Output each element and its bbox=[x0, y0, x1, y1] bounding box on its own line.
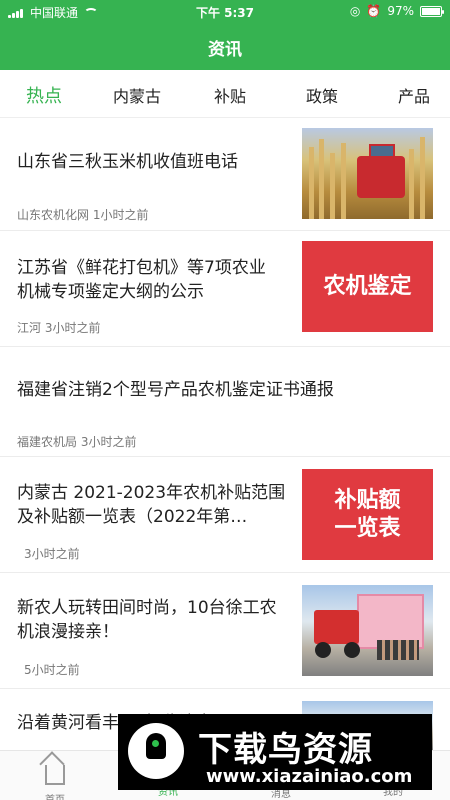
news-meta: 福建农机局 3小时之前 bbox=[17, 433, 136, 450]
news-time: 5小时之前 bbox=[24, 663, 80, 677]
tab-inner-mongolia[interactable]: 内蒙古 bbox=[113, 83, 161, 107]
tab-subsidy[interactable]: 补贴 bbox=[214, 83, 246, 107]
news-title: 山东省三秋玉米机收值班电话 bbox=[17, 152, 238, 172]
news-title: 福建省注销2个型号产品农机鉴定证书通报 bbox=[17, 380, 334, 400]
tabbar-home[interactable]: 首页 bbox=[20, 757, 90, 800]
tabbar-label: 首页 bbox=[20, 791, 90, 800]
news-time: 3小时之前 bbox=[24, 547, 80, 561]
home-icon bbox=[45, 765, 65, 785]
orientation-lock-icon: ◎ bbox=[349, 4, 361, 18]
news-source: 福建农机局 bbox=[17, 435, 78, 449]
news-item[interactable]: 江苏省《鲜花打包机》等7项农业机械专项鉴定大纲的公示 江河 3小时之前 农机鉴定 bbox=[0, 231, 450, 347]
news-meta: 3小时之前 bbox=[24, 545, 80, 562]
tab-hot[interactable]: 热点 bbox=[26, 82, 62, 108]
news-meta: 5小时之前 bbox=[24, 661, 80, 678]
alarm-icon: ⏰ bbox=[366, 4, 382, 18]
bird-logo-icon bbox=[128, 723, 184, 779]
news-thumbnail: 补贴额一览表 bbox=[302, 469, 433, 560]
app-header: 中国联通 下午 5:37 ◎ ⏰ 97% 资讯 bbox=[0, 0, 450, 70]
news-thumbnail bbox=[302, 128, 433, 219]
news-item[interactable]: 内蒙古 2021-2023年农机补贴范围及补贴额一览表（2022年第… 3小时之… bbox=[0, 457, 450, 573]
news-time: 3小时之前 bbox=[44, 321, 101, 335]
watermark-overlay: 下载鸟资源 www.xiazainiao.com bbox=[118, 714, 432, 790]
news-item[interactable]: 福建省注销2个型号产品农机鉴定证书通报 福建农机局 3小时之前 bbox=[0, 347, 450, 457]
news-thumbnail: 农机鉴定 bbox=[302, 241, 433, 332]
tab-policy[interactable]: 政策 bbox=[306, 83, 338, 107]
news-feed: 山东省三秋玉米机收值班电话 山东农机化网 1小时之前 江苏省《鲜花打包机》等7项… bbox=[0, 118, 450, 750]
news-item[interactable]: 新农人玩转田间时尚，10台徐工农机浪漫接亲！ 5小时之前 bbox=[0, 573, 450, 689]
watermark-url: www.xiazainiao.com bbox=[206, 766, 413, 787]
news-meta: 江河 3小时之前 bbox=[17, 319, 100, 336]
status-bar: 中国联通 下午 5:37 ◎ ⏰ 97% bbox=[0, 0, 450, 24]
news-source: 江河 bbox=[17, 321, 42, 335]
news-source: 山东农机化网 bbox=[17, 208, 90, 222]
news-thumbnail bbox=[302, 585, 433, 676]
news-time: 3小时之前 bbox=[80, 435, 137, 449]
tab-products[interactable]: 产品 bbox=[398, 83, 430, 107]
news-time: 1小时之前 bbox=[92, 208, 149, 222]
thumbnail-text: 农机鉴定 bbox=[323, 273, 412, 299]
category-tabs: 热点 内蒙古 补贴 政策 产品 bbox=[0, 70, 450, 118]
thumbnail-text: 补贴额一览表 bbox=[334, 487, 401, 541]
page-title: 资讯 bbox=[208, 40, 242, 60]
news-title: 江苏省《鲜花打包机》等7项农业机械专项鉴定大纲的公示 bbox=[17, 258, 266, 302]
news-item[interactable]: 山东省三秋玉米机收值班电话 山东农机化网 1小时之前 bbox=[0, 118, 450, 231]
battery-icon bbox=[420, 5, 444, 17]
watermark-title: 下载鸟资源 bbox=[198, 730, 373, 770]
battery-label: 97% bbox=[387, 4, 414, 18]
news-title: 内蒙古 2021-2023年农机补贴范围及补贴额一览表（2022年第… bbox=[17, 483, 286, 527]
news-meta: 山东农机化网 1小时之前 bbox=[17, 206, 148, 223]
status-right: ◎ ⏰ 97% bbox=[349, 4, 444, 18]
news-title: 新农人玩转田间时尚，10台徐工农机浪漫接亲！ bbox=[17, 598, 277, 642]
